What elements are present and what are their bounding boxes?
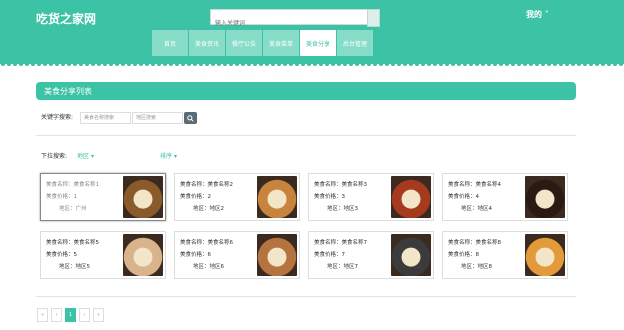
food-name: 美食名称：美食名称3 [314,182,367,188]
caret-down-icon: ▾ [173,153,177,160]
dropdown-search-label: 下拉搜索: [41,153,68,160]
food-name-search-input[interactable]: 美食名称搜索 [80,112,131,124]
search-box [210,9,370,31]
page-title: 美食分享列表 [44,86,92,96]
food-name: 美食名称：美食名称7 [314,240,367,246]
main-nav: 首页 美食资讯 餐厅公告 美食菜单 美食分享 后台管理 [152,30,374,56]
food-card[interactable]: 美食名称：美食名称8 美食价格：8 地区：地区8 [442,231,568,279]
search-button[interactable] [367,9,380,27]
nav-item-announcements[interactable]: 餐厅公告 [226,30,262,56]
food-card[interactable]: 美食名称：美食名称3 美食价格：3 地区：地区3 [308,173,434,221]
user-menu[interactable]: 我的 ˅ [526,9,549,20]
search-input[interactable] [211,17,369,31]
site-logo[interactable]: 吃货之家网 [36,10,96,27]
food-image [257,234,297,276]
food-image [123,234,163,276]
food-region: 地区：地区3 [327,206,358,212]
food-card[interactable]: 美食名称：美食名称6 美食价格：6 地区：地区6 [174,231,300,279]
food-price: 美食价格：6 [180,252,211,258]
food-name: 美食名称：美食名称2 [180,182,233,188]
pagination: « ‹ 1 › » [37,308,107,322]
header-scallop-divider [0,64,624,68]
page-button[interactable]: 1 [65,308,76,322]
divider [36,135,576,136]
next-page-button[interactable]: › [79,308,90,322]
region-search-input[interactable]: 地区搜索 [132,112,183,124]
last-page-button[interactable]: » [93,308,104,322]
food-name: 美食名称：美食名称4 [448,182,501,188]
region-dropdown[interactable]: 地区 ▾ [77,151,94,160]
food-image [123,176,163,218]
food-image [391,234,431,276]
food-region: 地区：地区2 [193,206,224,212]
prev-page-button[interactable]: ‹ [51,308,62,322]
food-price: 美食价格：5 [46,252,77,258]
food-region: 地区：地区6 [193,264,224,270]
food-region: 地区：地区7 [327,264,358,270]
food-image [257,176,297,218]
sort-dropdown-label: 排序 [160,153,173,160]
food-card[interactable]: 美食名称：美食名称4 美食价格：4 地区：地区4 [442,173,568,221]
food-image [525,234,565,276]
nav-item-home[interactable]: 首页 [152,30,188,56]
food-image [525,176,565,218]
food-card[interactable]: 美食名称：美食名称1 美食价格：1 地区：广州 [40,173,166,221]
food-region: 地区：广州 [59,206,87,212]
caret-down-icon: ▾ [90,153,94,160]
section-title-bar: 美食分享列表 [36,82,576,100]
food-region: 地区：地区5 [59,264,90,270]
food-region: 地区：地区8 [461,264,492,270]
region-dropdown-label: 地区 [77,153,90,160]
food-image [391,176,431,218]
food-price: 美食价格：8 [448,252,479,258]
filter-search-button[interactable] [184,112,197,124]
food-card[interactable]: 美食名称：美食名称7 美食价格：7 地区：地区7 [308,231,434,279]
food-price: 美食价格：3 [314,194,345,200]
search-icon [187,114,194,122]
divider [36,296,576,297]
first-page-button[interactable]: « [37,308,48,322]
food-region: 地区：地区4 [461,206,492,212]
food-name: 美食名称：美食名称8 [448,240,501,246]
food-card[interactable]: 美食名称：美食名称5 美食价格：5 地区：地区5 [40,231,166,279]
food-price: 美食价格：1 [46,194,77,200]
nav-item-menu[interactable]: 美食菜单 [263,30,299,56]
nav-item-news[interactable]: 美食资讯 [189,30,225,56]
food-name: 美食名称：美食名称1 [46,182,99,188]
food-price: 美食价格：2 [180,194,211,200]
food-price: 美食价格：4 [448,194,479,200]
food-card[interactable]: 美食名称：美食名称2 美食价格：2 地区：地区2 [174,173,300,221]
nav-item-share[interactable]: 美食分享 [300,30,336,56]
food-name: 美食名称：美食名称6 [180,240,233,246]
header: 吃货之家网 我的 ˅ 首页 美食资讯 餐厅公告 美食菜单 美食分享 后台管理 [0,0,624,64]
food-name: 美食名称：美食名称5 [46,240,99,246]
nav-item-admin[interactable]: 后台管理 [337,30,373,56]
food-price: 美食价格：7 [314,252,345,258]
sort-dropdown[interactable]: 排序 ▾ [160,151,177,160]
keyword-search-label: 关键字搜索: [41,114,74,121]
user-label: 我的 [526,10,542,19]
